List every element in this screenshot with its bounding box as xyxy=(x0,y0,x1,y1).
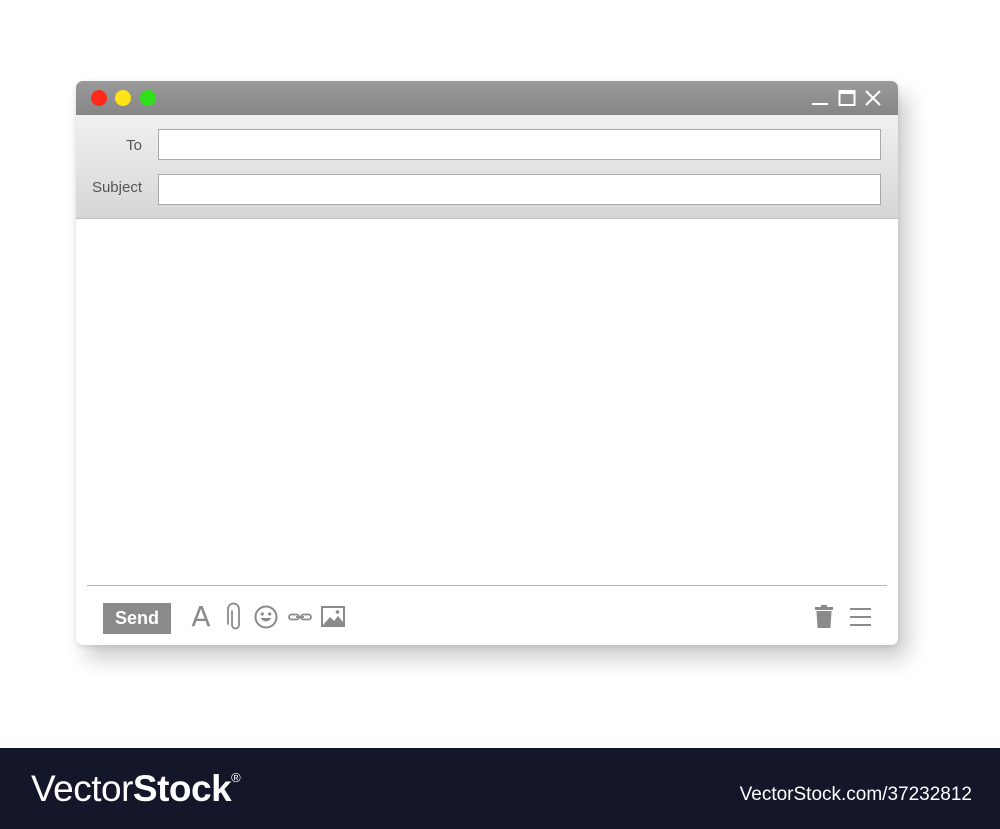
maximize-icon[interactable] xyxy=(837,88,857,108)
minimize-dot-button[interactable] xyxy=(115,90,131,106)
to-label: To xyxy=(126,137,142,154)
titlebar xyxy=(76,81,898,115)
paperclip-icon[interactable] xyxy=(221,602,249,632)
minimize-icon[interactable] xyxy=(810,88,830,108)
send-button[interactable]: Send xyxy=(103,603,171,634)
emoji-icon[interactable] xyxy=(252,602,280,632)
brand-light-text: Vector xyxy=(31,768,133,809)
subject-label: Subject xyxy=(91,179,142,196)
compose-toolbar: Send A xyxy=(76,586,898,645)
trash-icon[interactable] xyxy=(810,602,838,632)
font-glyph: A xyxy=(191,600,211,633)
email-compose-window: To Subject Send A xyxy=(76,81,898,645)
registered-mark: ® xyxy=(231,770,241,785)
image-credit: VectorStock.com/37232812 xyxy=(739,784,972,805)
close-icon[interactable] xyxy=(863,88,883,108)
font-icon[interactable]: A xyxy=(187,602,215,632)
message-body[interactable] xyxy=(76,219,898,585)
subject-field[interactable] xyxy=(158,174,881,205)
brand-bold-text: Stock xyxy=(132,768,232,809)
image-icon[interactable] xyxy=(319,602,347,632)
compose-header: To Subject xyxy=(76,115,898,219)
watermark-footer: VectorStock® VectorStock.com/37232812 xyxy=(0,748,1000,829)
to-field[interactable] xyxy=(158,129,881,160)
vectorstock-logo: VectorStock® xyxy=(31,768,241,810)
menu-icon[interactable] xyxy=(846,602,874,632)
stage: To Subject Send A VectorStock® VectorSto… xyxy=(0,0,1000,829)
close-dot-button[interactable] xyxy=(91,90,107,106)
link-icon[interactable] xyxy=(286,602,314,632)
zoom-dot-button[interactable] xyxy=(140,90,156,106)
